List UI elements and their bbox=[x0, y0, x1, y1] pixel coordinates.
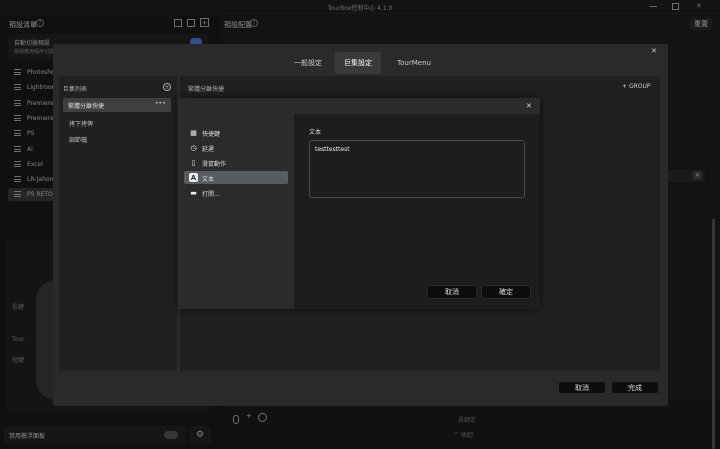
text-input-value: testtesttest bbox=[315, 146, 350, 153]
action-close-icon[interactable]: ✕ bbox=[526, 102, 532, 110]
tab-general[interactable]: 一般設定 bbox=[285, 52, 331, 74]
action-cancel-button[interactable]: 取消 bbox=[427, 285, 477, 299]
action-menu-label: 滑鼠動作 bbox=[202, 161, 227, 168]
action-menu-item[interactable]: ▬ 打開... bbox=[184, 186, 288, 199]
add-group-button[interactable]: + GROUP bbox=[622, 83, 651, 90]
action-menu-label: 打開... bbox=[202, 191, 220, 198]
add-group-label: GROUP bbox=[628, 83, 651, 90]
macro-list-panel: 巨集列表 + 繁體分離快捷 ••• 拷下拷俾 調節幅 bbox=[59, 76, 177, 371]
macro-item-label: 繁體分離快捷 bbox=[68, 103, 105, 110]
action-menu-label: 快捷鍵 bbox=[202, 131, 221, 138]
settings-cancel-button[interactable]: 取消 bbox=[558, 381, 606, 394]
keyboard-icon: ▦ bbox=[190, 128, 197, 137]
action-dialog: ✕ ▦ 快捷鍵 ◷ 延遲 ▯ 滑鼠動作 A 文本 ▬ 打開... 文本 testtesttest … bbox=[178, 98, 540, 309]
macro-item[interactable]: 拷下拷俾 bbox=[69, 119, 93, 128]
macro-item-selected[interactable]: 繁體分離快捷 ••• bbox=[63, 98, 171, 112]
settings-tabs: 一般設定 巨集設定 TourMenu bbox=[285, 52, 445, 74]
action-confirm-button[interactable]: 確定 bbox=[481, 285, 531, 299]
add-macro-icon[interactable]: + bbox=[163, 83, 171, 91]
tab-tourmenu[interactable]: TourMenu bbox=[387, 52, 441, 74]
macro-list-title: 巨集列表 bbox=[63, 86, 88, 93]
action-menu-item[interactable]: A 文本 bbox=[184, 171, 288, 184]
text-input[interactable]: testtesttest bbox=[309, 140, 525, 198]
group-header: 繁體分離快捷 bbox=[188, 86, 225, 93]
mouse-icon: ▯ bbox=[191, 158, 196, 167]
macro-item[interactable]: 調節幅 bbox=[69, 135, 87, 144]
action-menu-item[interactable]: ▯ 滑鼠動作 bbox=[184, 156, 288, 169]
more-options-icon[interactable]: ••• bbox=[155, 100, 166, 107]
content-title: 文本 bbox=[309, 129, 322, 136]
action-menu-label: 文本 bbox=[202, 176, 215, 183]
action-content: 文本 testtesttest 取消 確定 bbox=[294, 114, 540, 309]
action-menu-item[interactable]: ◷ 延遲 bbox=[184, 141, 288, 154]
settings-close-icon[interactable]: ✕ bbox=[651, 47, 657, 55]
folder-icon: ▬ bbox=[190, 188, 197, 197]
timer-icon: ◷ bbox=[190, 143, 197, 152]
action-menu: ▦ 快捷鍵 ◷ 延遲 ▯ 滑鼠動作 A 文本 ▬ 打開... bbox=[178, 114, 294, 309]
text-icon: A bbox=[189, 173, 198, 182]
settings-done-button[interactable]: 完成 bbox=[611, 381, 659, 394]
action-menu-label: 延遲 bbox=[202, 146, 215, 153]
action-menu-item[interactable]: ▦ 快捷鍵 bbox=[184, 126, 288, 139]
plus-icon: + bbox=[622, 83, 628, 90]
tab-macro[interactable]: 巨集設定 bbox=[335, 52, 381, 74]
